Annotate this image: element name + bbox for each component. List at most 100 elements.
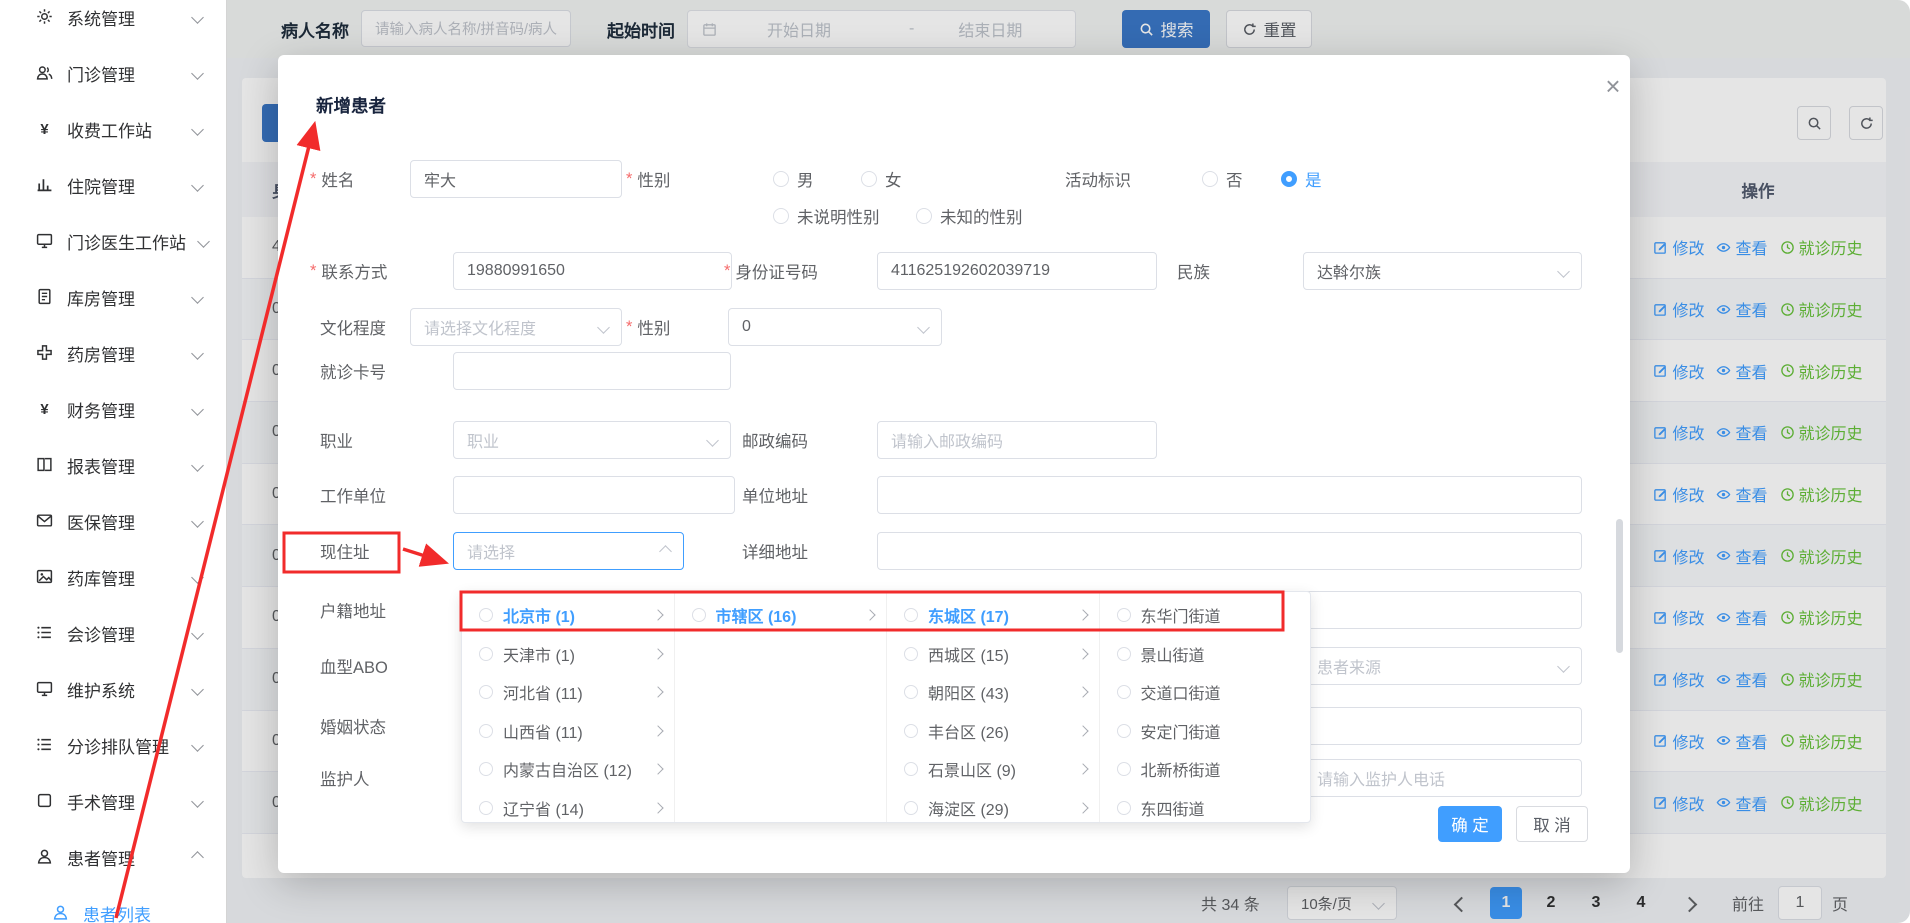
radio-icon	[1117, 608, 1131, 622]
sidebar-item-3[interactable]: 住院管理	[0, 157, 226, 213]
work-unit-input[interactable]	[453, 476, 735, 514]
current-address-label: 现住址	[320, 532, 370, 570]
cascader-option[interactable]: 辽宁省 (14)	[462, 789, 674, 823]
sidebar-item-15[interactable]: 患者管理	[0, 829, 226, 885]
gender-code-select[interactable]: 0	[728, 308, 942, 346]
radio-icon	[1202, 171, 1218, 187]
cascader-option[interactable]: 朝阳区 (43)	[887, 673, 1099, 712]
cascader-option[interactable]: 海淀区 (29)	[887, 789, 1099, 823]
cascader-option[interactable]: 天津市 (1)	[462, 635, 674, 674]
cascader-option[interactable]: 北京市 (1)	[462, 596, 674, 635]
close-icon[interactable]: ×	[1596, 69, 1630, 103]
cascader-option[interactable]: 安定门街道	[1100, 712, 1312, 751]
cascader-option[interactable]: 景山街道	[1100, 635, 1312, 674]
chevron-down-icon	[191, 795, 204, 808]
id-number-input[interactable]: 411625192602039719	[877, 252, 1157, 290]
sidebar-item-11[interactable]: 会诊管理	[0, 605, 226, 661]
sidebar-item-12[interactable]: 维护系统	[0, 661, 226, 717]
work-address-input[interactable]	[877, 476, 1582, 514]
sidebar-item-14[interactable]: 手术管理	[0, 773, 226, 829]
chevron-right-icon	[652, 648, 663, 659]
radio-icon	[1117, 647, 1131, 661]
sidebar-item-13[interactable]: 分诊排队管理	[0, 717, 226, 773]
radio-female[interactable]: 女	[861, 160, 902, 198]
chevron-down-icon	[197, 235, 210, 248]
cascader-option[interactable]: 内蒙古自治区 (12)	[462, 750, 674, 789]
guardian-phone-input[interactable]: 请输入监护人电话	[1303, 759, 1582, 797]
sidebar-item-7[interactable]: ¥财务管理	[0, 381, 226, 437]
radio-checked-icon	[1281, 171, 1297, 187]
sidebar: 系统管理门诊管理¥收费工作站住院管理门诊医生工作站库房管理药房管理¥财务管理报表…	[0, 0, 227, 923]
sidebar-item-2[interactable]: ¥收费工作站	[0, 101, 226, 157]
marital-status-label: 婚姻状态	[320, 707, 386, 745]
sidebar-item-10[interactable]: 药库管理	[0, 549, 226, 605]
address-cascader-dropdown: 北京市 (1)天津市 (1)河北省 (11)山西省 (11)内蒙古自治区 (12…	[461, 591, 1311, 823]
cascader-option[interactable]: 丰台区 (26)	[887, 712, 1099, 751]
cascader-column-3: 东华门街道景山街道交道口街道安定门街道北新桥街道东四街道	[1100, 592, 1312, 822]
registered-address-label: 户籍地址	[320, 591, 386, 629]
detail-address-input[interactable]	[877, 532, 1582, 570]
chevron-down-icon	[191, 459, 204, 472]
sidebar-item-0[interactable]: 系统管理	[0, 0, 226, 45]
book-icon	[36, 456, 54, 474]
radio-icon	[904, 685, 918, 699]
chevron-down-icon	[191, 571, 204, 584]
occupation-label: 职业	[320, 421, 353, 459]
radio-unknown-gender[interactable]: 未知的性别	[916, 197, 1023, 235]
gear-icon	[36, 8, 54, 26]
confirm-button[interactable]: 确 定	[1438, 806, 1502, 842]
radio-unspecified-gender[interactable]: 未说明性别	[773, 197, 880, 235]
cascader-option[interactable]: 交道口街道	[1100, 673, 1312, 712]
yen-icon: ¥	[36, 120, 54, 138]
users-icon	[36, 64, 54, 82]
chevron-right-icon	[652, 764, 663, 775]
radio-icon	[479, 608, 493, 622]
modal-title: 新增患者	[316, 93, 386, 118]
sidebar-item-5[interactable]: 库房管理	[0, 269, 226, 325]
sidebar-item-4[interactable]: 门诊医生工作站	[0, 213, 226, 269]
sidebar-item-1[interactable]: 门诊管理	[0, 45, 226, 101]
cancel-button[interactable]: 取 消	[1516, 806, 1588, 842]
visit-card-label: 就诊卡号	[320, 352, 386, 390]
visit-card-input[interactable]	[453, 352, 731, 390]
cascader-option[interactable]: 东四街道	[1100, 789, 1312, 823]
sidebar-item-8[interactable]: 报表管理	[0, 437, 226, 493]
cascader-option[interactable]: 石景山区 (9)	[887, 750, 1099, 789]
chevron-right-icon	[652, 610, 663, 621]
yen-icon: ¥	[36, 400, 54, 418]
sidebar-item-6[interactable]: 药房管理	[0, 325, 226, 381]
chevron-down-icon	[191, 739, 204, 752]
modal-scrollbar[interactable]	[1616, 519, 1623, 653]
postcode-input[interactable]: 请输入邮政编码	[877, 421, 1157, 459]
contact-input[interactable]: 19880991650	[453, 252, 732, 290]
detail-address-label: 详细地址	[742, 532, 808, 570]
cascader-option[interactable]: 市辖区 (16)	[675, 596, 887, 635]
chevron-down-icon	[191, 11, 204, 24]
cascader-option[interactable]: 山西省 (11)	[462, 712, 674, 751]
education-select[interactable]: 请选择文化程度	[410, 308, 622, 346]
add-patient-modal: 新增患者 × 姓名 牢大 性别 男 女 未说明性别 未知的性别 活动标识 否 是…	[278, 55, 1630, 873]
radio-active-yes[interactable]: 是	[1281, 160, 1322, 198]
name-input[interactable]: 牢大	[410, 160, 622, 198]
ethnicity-select[interactable]: 达斡尔族	[1303, 252, 1582, 290]
radio-male[interactable]: 男	[773, 160, 814, 198]
radio-active-no[interactable]: 否	[1202, 160, 1243, 198]
cascader-option[interactable]: 北新桥街道	[1100, 750, 1312, 789]
postcode-label: 邮政编码	[742, 421, 808, 459]
sidebar-item-patient-list[interactable]: 患者列表	[0, 885, 226, 923]
gender-code-label: 性别	[626, 308, 670, 346]
cascader-option[interactable]: 东华门街道	[1100, 596, 1312, 635]
chevron-down-icon	[191, 179, 204, 192]
cascader-option[interactable]: 河北省 (11)	[462, 673, 674, 712]
chevron-right-icon	[1077, 610, 1088, 621]
marital-row-input[interactable]	[1303, 707, 1582, 745]
sidebar-item-9[interactable]: 医保管理	[0, 493, 226, 549]
occupation-select[interactable]: 职业	[453, 421, 731, 459]
patient-source-select[interactable]: 患者来源	[1303, 647, 1582, 685]
chevron-down-icon	[191, 683, 204, 696]
current-address-cascader-select[interactable]: 请选择	[453, 532, 684, 570]
cascader-option[interactable]: 东城区 (17)	[887, 596, 1099, 635]
cascader-option[interactable]: 西城区 (15)	[887, 635, 1099, 674]
chevron-up-icon	[659, 545, 672, 558]
id-number-label: 身份证号码	[724, 252, 818, 290]
